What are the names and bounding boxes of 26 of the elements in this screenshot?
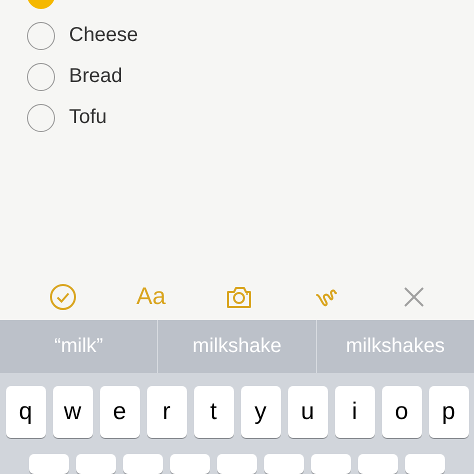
key[interactable]: t: [194, 386, 234, 438]
key[interactable]: [264, 454, 304, 474]
key[interactable]: [123, 454, 163, 474]
item-text: Tofu: [69, 106, 107, 129]
key[interactable]: q: [6, 386, 46, 438]
key[interactable]: [29, 454, 69, 474]
checkbox[interactable]: [27, 22, 55, 50]
key[interactable]: [170, 454, 210, 474]
key[interactable]: y: [240, 386, 280, 438]
key[interactable]: u: [288, 386, 328, 438]
key[interactable]: p: [428, 386, 468, 438]
item-text: Cheese: [69, 24, 138, 47]
key[interactable]: o: [382, 386, 422, 438]
key[interactable]: [405, 454, 445, 474]
key[interactable]: [217, 454, 257, 474]
checklist-icon[interactable]: [49, 282, 77, 311]
key[interactable]: e: [100, 386, 140, 438]
checkbox[interactable]: [27, 104, 55, 132]
key[interactable]: r: [146, 386, 186, 438]
key[interactable]: [358, 454, 398, 474]
key[interactable]: i: [334, 386, 374, 438]
checkbox[interactable]: [27, 62, 55, 90]
key[interactable]: [311, 454, 351, 474]
key[interactable]: w: [52, 386, 92, 438]
item-text: Bread: [69, 65, 122, 88]
key[interactable]: [76, 454, 116, 474]
